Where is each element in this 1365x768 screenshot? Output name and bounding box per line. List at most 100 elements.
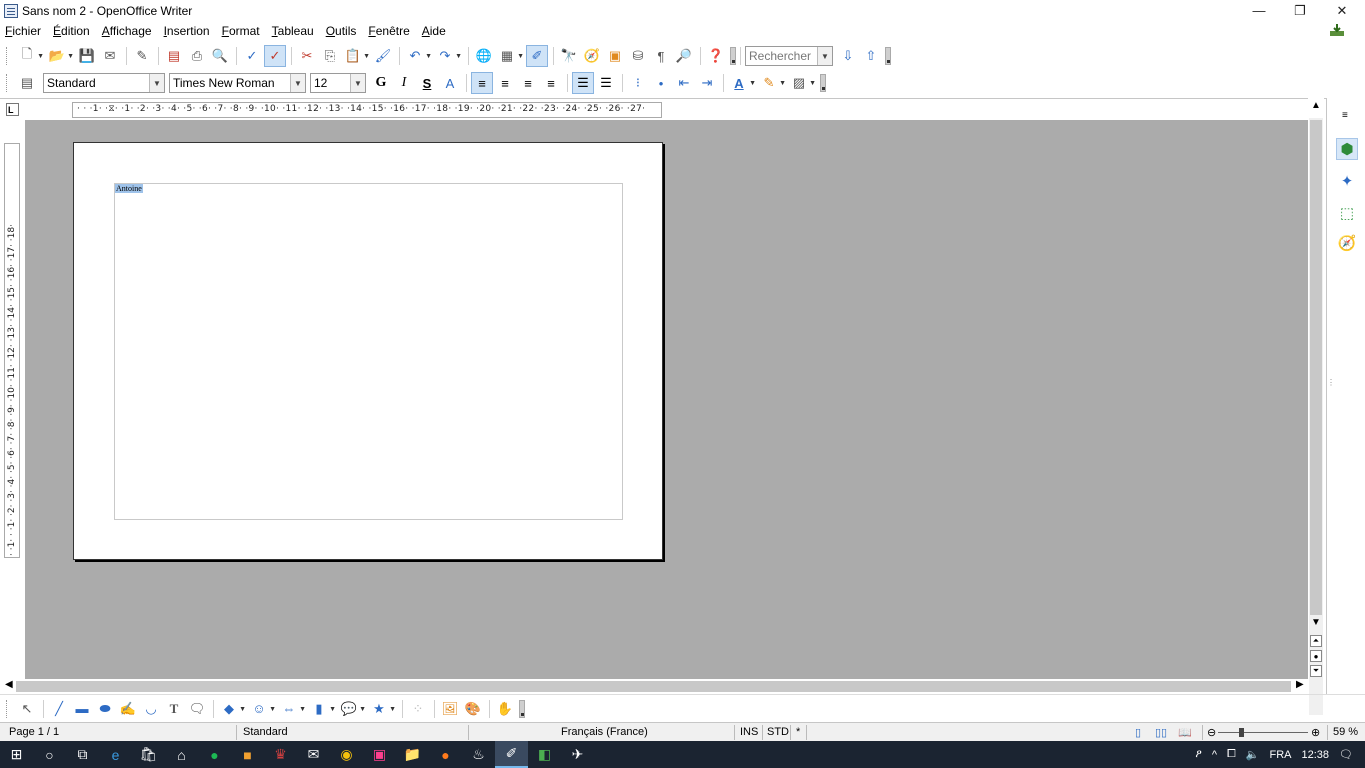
menu-format[interactable]: Format <box>221 24 261 38</box>
highlighting-icon[interactable]: ✎ ▼ <box>758 72 786 94</box>
arc-icon[interactable]: ◡ <box>140 698 162 720</box>
navigation-icon[interactable]: ● <box>1310 650 1322 662</box>
edge-browser-icon[interactable]: e <box>99 741 132 768</box>
export-pdf-icon[interactable]: ▤ <box>163 45 185 67</box>
underline-button[interactable]: S <box>416 72 438 94</box>
gallery-icon[interactable]: ▣ <box>604 45 626 67</box>
close-button[interactable]: ✕ <box>1320 0 1364 21</box>
action-center-icon[interactable]: 🗨 <box>1339 748 1353 761</box>
zoom-slider-handle[interactable] <box>1239 728 1244 737</box>
chrome-icon[interactable]: ◉ <box>330 741 363 768</box>
openoffice-writer-icon[interactable]: ✐ <box>495 741 528 768</box>
find-next-icon[interactable]: ⇩ <box>837 45 859 67</box>
toolbar-overflow-button[interactable] <box>885 47 891 65</box>
paste-icon[interactable]: 📋 ▼ <box>342 45 370 67</box>
ellipse-icon[interactable]: ⬬ <box>94 698 116 720</box>
print-icon[interactable]: ⎙ <box>186 45 208 67</box>
sidebar-menu-icon[interactable]: ≡ <box>1342 110 1348 121</box>
page-indicator[interactable]: Page 1 / 1 <box>9 726 59 738</box>
mail-icon[interactable]: ✉ <box>297 741 330 768</box>
numbering-icon[interactable]: ⁝ <box>627 72 649 94</box>
points-icon[interactable]: ⁘ <box>407 698 429 720</box>
styles-icon[interactable]: ✦ <box>1336 170 1358 192</box>
align-left-icon[interactable]: ≡ <box>471 72 493 94</box>
vertical-scrollbar[interactable]: ▲ ▼ ⏶ ● ⏷ <box>1308 98 1324 715</box>
multi-page-view-icon[interactable]: ▯▯ <box>1155 726 1167 739</box>
zoom-level[interactable]: 59 % <box>1333 726 1358 738</box>
align-right-icon[interactable]: ≡ <box>517 72 539 94</box>
document-page[interactable]: Antoine <box>73 142 663 560</box>
print-preview-icon[interactable]: 🔍 <box>209 45 231 67</box>
input-language[interactable]: FRA <box>1270 749 1292 761</box>
menu-edition[interactable]: Édition <box>52 24 91 38</box>
search-input[interactable]: Rechercher ▼ <box>745 46 833 66</box>
scroll-left-icon[interactable]: ◀ <box>5 679 13 690</box>
text-direction-ltr-icon[interactable]: ☰ <box>572 72 594 94</box>
spotify-icon[interactable]: ● <box>198 741 231 768</box>
freeform-line-icon[interactable]: ✍ <box>117 698 139 720</box>
edit-file-icon[interactable]: ✎ <box>131 45 153 67</box>
italic-button[interactable]: I <box>393 72 415 94</box>
justify-icon[interactable]: ≡ <box>540 72 562 94</box>
volume-icon[interactable]: 🔈 <box>1246 748 1260 761</box>
decrease-indent-icon[interactable]: ⇤ <box>673 72 695 94</box>
text-boundary[interactable]: Antoine <box>114 183 623 520</box>
help-icon[interactable]: ❓ <box>705 45 727 67</box>
store-icon[interactable]: 🛍 <box>132 741 165 768</box>
symbol-shapes-icon[interactable]: ☺ ▼ <box>248 698 276 720</box>
app-icon[interactable]: ■ <box>231 741 264 768</box>
horizontal-scrollbar[interactable]: ◀ ▶ <box>0 679 1308 694</box>
chevron-down-icon[interactable]: ▼ <box>149 74 164 92</box>
font-name-select[interactable]: Times New Roman ▼ <box>169 73 306 93</box>
undo-icon[interactable]: ↶ ▼ <box>404 45 432 67</box>
data-sources-icon[interactable]: ⛁ <box>627 45 649 67</box>
windows-start-icon[interactable]: ⊞ <box>0 741 33 768</box>
page-style[interactable]: Standard <box>243 726 288 738</box>
basic-shapes-icon[interactable]: ◆ ▼ <box>218 698 246 720</box>
zoom-out-icon[interactable]: ⊖ <box>1207 726 1216 739</box>
menu-fichier[interactable]: Fichier <box>4 24 42 38</box>
open-folder-icon[interactable]: 📂 ▼ <box>46 45 74 67</box>
insert-mode[interactable]: INS <box>740 726 758 738</box>
vertical-ruler[interactable]: · ·1· · ·1· ·2· ·3· ·4· ·5· ·6· ·7· ·8· … <box>4 143 20 558</box>
chevron-down-icon[interactable]: ▼ <box>817 47 832 65</box>
increase-indent-icon[interactable]: ⇥ <box>696 72 718 94</box>
formatting-marks-icon[interactable]: ¶ <box>650 45 672 67</box>
document-workspace[interactable]: Antoine <box>25 120 1308 679</box>
new-document-icon[interactable]: 🗋 ▼ <box>16 45 44 67</box>
people-icon[interactable]: ዖ <box>1195 748 1201 761</box>
zoom-slider[interactable] <box>1218 732 1308 733</box>
text-direction-rtl-icon[interactable]: ☰ <box>595 72 617 94</box>
chevron-down-icon[interactable]: ▼ <box>350 74 365 92</box>
menu-aide[interactable]: Aide <box>421 24 447 38</box>
selection-mode[interactable]: STD <box>767 726 789 738</box>
menu-tableau[interactable]: Tableau <box>271 24 315 38</box>
scroll-down-icon[interactable]: ▼ <box>1311 617 1321 628</box>
scroll-thumb[interactable] <box>1310 120 1322 615</box>
app-icon[interactable]: ✈ <box>561 741 594 768</box>
app-icon[interactable]: ◧ <box>528 741 561 768</box>
fontwork-icon[interactable]: 🎨 <box>462 698 484 720</box>
show-hidden-icons-icon[interactable]: ^ <box>1212 749 1217 761</box>
flowcharts-icon[interactable]: ▮ ▼ <box>308 698 336 720</box>
block-arrows-icon[interactable]: ⇔ ▼ <box>278 698 307 720</box>
restore-button[interactable]: ❐ <box>1278 0 1322 21</box>
chevron-down-icon[interactable]: ▼ <box>290 74 305 92</box>
line-icon[interactable]: ╱ <box>48 698 70 720</box>
menu-outils[interactable]: Outils <box>325 24 358 38</box>
scroll-right-icon[interactable]: ▶ <box>1296 679 1304 690</box>
toolbar-grip[interactable] <box>6 47 10 65</box>
scroll-up-icon[interactable]: ▲ <box>1311 100 1321 111</box>
bullets-icon[interactable]: • <box>650 72 672 94</box>
toolbar-overflow-button[interactable] <box>820 74 826 92</box>
callout-icon[interactable]: 🗨 <box>186 698 208 720</box>
file-explorer-icon[interactable]: 📁 <box>396 741 429 768</box>
navigator-icon[interactable]: 🧭 <box>581 45 603 67</box>
horizontal-ruler[interactable]: · · ·1· ·⧖· ·1· ·2· ·3· ·4· ·5· ·6· ·7· … <box>72 102 662 118</box>
language-indicator[interactable]: Français (France) <box>561 726 648 738</box>
toolbar-grip[interactable] <box>6 74 10 92</box>
indesign-icon[interactable]: ▣ <box>363 741 396 768</box>
previous-page-icon[interactable]: ⏶ <box>1310 635 1322 647</box>
callouts-icon[interactable]: 💬 ▼ <box>338 698 366 720</box>
app-icon[interactable]: ♛ <box>264 741 297 768</box>
